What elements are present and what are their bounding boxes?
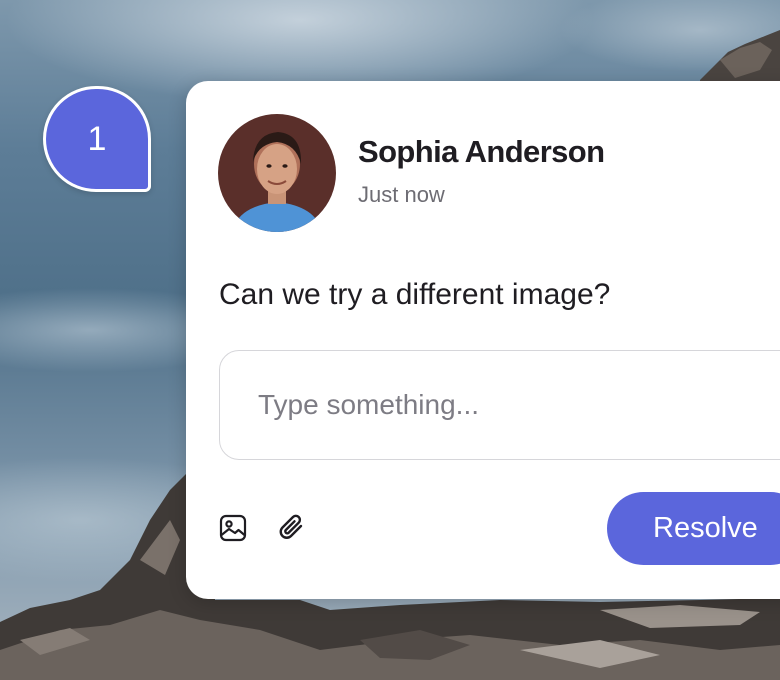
comment-timestamp: Just now: [358, 182, 445, 207]
avatar: [218, 114, 336, 232]
comment-pin-marker[interactable]: 1: [43, 86, 151, 192]
comment-card: Sophia Anderson Just now Can we try a di…: [186, 81, 780, 599]
reply-input[interactable]: [219, 350, 780, 460]
add-image-button[interactable]: [217, 512, 249, 544]
author-name: Sophia Anderson: [358, 134, 605, 169]
paperclip-icon: [279, 514, 303, 539]
avatar-image: [218, 114, 336, 232]
attach-file-button[interactable]: [276, 512, 308, 544]
pin-number: 1: [87, 119, 107, 158]
resolve-button[interactable]: Resolve: [607, 492, 780, 565]
comment-text: Can we try a different image?: [219, 278, 611, 311]
image-icon: [219, 514, 247, 542]
